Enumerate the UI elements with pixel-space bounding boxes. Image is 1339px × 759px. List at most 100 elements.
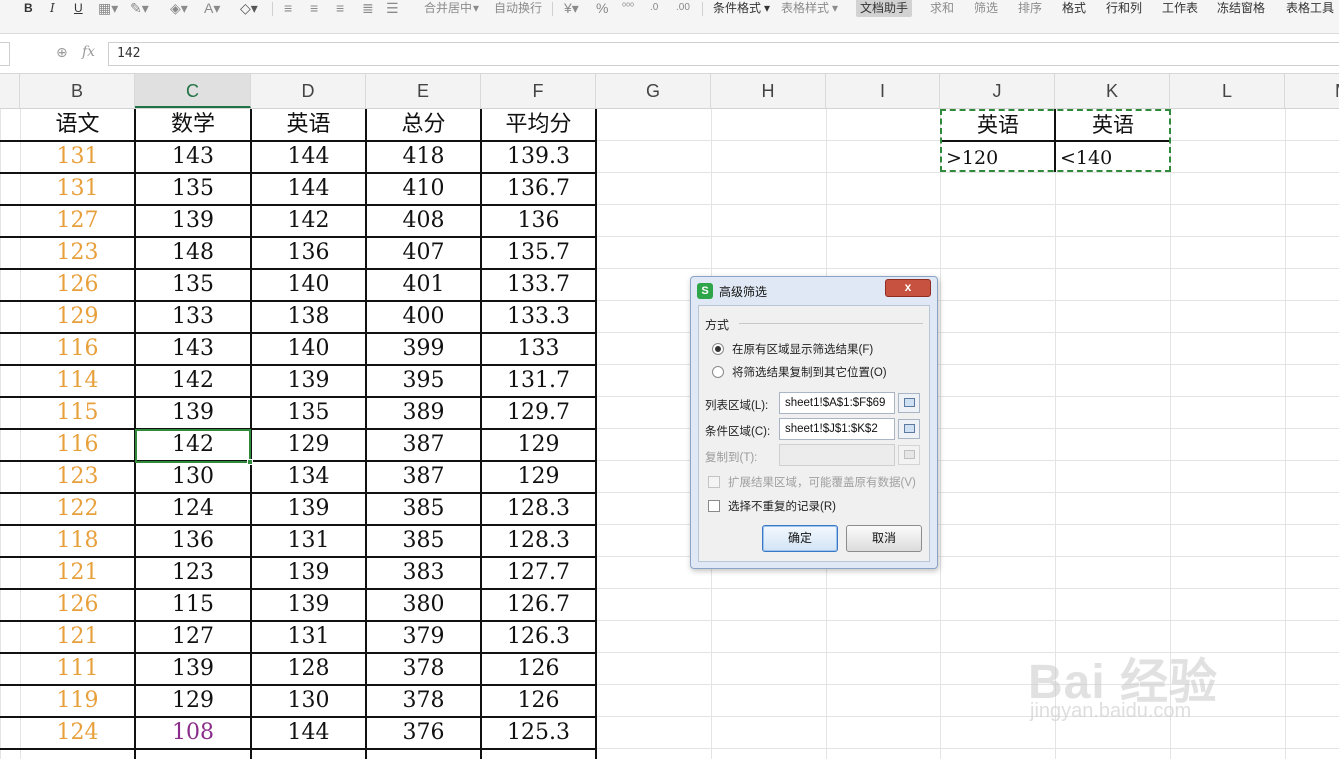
table-cell[interactable]: 410 (366, 173, 481, 205)
table-cell[interactable]: 127 (20, 205, 135, 237)
column-header-e[interactable]: E (366, 74, 481, 108)
table-cell[interactable]: 133 (481, 333, 596, 365)
table-cell[interactable]: 143 (135, 333, 251, 365)
copy-to-input[interactable] (779, 444, 895, 466)
thousands-icon[interactable]: ⁰⁰⁰ (622, 0, 634, 18)
table-cell[interactable]: 121 (20, 557, 135, 589)
table-cell[interactable]: 129 (251, 429, 366, 461)
table-cell[interactable]: 121 (20, 621, 135, 653)
table-cell[interactable]: 139 (135, 205, 251, 237)
table-cell[interactable]: 385 (366, 493, 481, 525)
table-cell[interactable]: 135 (251, 397, 366, 429)
ok-button[interactable]: 确定 (762, 525, 838, 552)
name-box[interactable] (0, 42, 10, 66)
table-cell[interactable]: 131 (20, 141, 135, 173)
row-col-button[interactable]: 行和列 (1106, 0, 1142, 18)
table-cell[interactable]: 136 (481, 205, 596, 237)
column-header-f[interactable]: F (481, 74, 596, 108)
bold-button[interactable]: B (24, 0, 33, 18)
table-cell[interactable]: 387 (366, 429, 481, 461)
table-cell[interactable]: 399 (366, 333, 481, 365)
table-cell[interactable]: 139 (251, 493, 366, 525)
table-cell[interactable]: 142 (135, 365, 251, 397)
align-left-icon[interactable]: ≡ (284, 0, 292, 18)
table-cell[interactable]: 116 (20, 429, 135, 461)
freeze-panes-button[interactable]: 冻结窗格 (1217, 0, 1265, 18)
table-cell[interactable]: 418 (366, 141, 481, 173)
table-cell[interactable]: 115 (20, 397, 135, 429)
table-cell[interactable]: 114 (20, 365, 135, 397)
table-header-english[interactable]: 英语 (251, 109, 366, 141)
justify-icon[interactable]: ≣ (362, 0, 374, 18)
table-cell[interactable]: 378 (366, 685, 481, 717)
border-icon[interactable]: ▦▾ (98, 0, 118, 18)
table-header-total[interactable]: 总分 (366, 109, 481, 141)
column-header-c[interactable]: C (135, 74, 251, 108)
table-cell[interactable]: 407 (366, 237, 481, 269)
worksheet-button[interactable]: 工作表 (1162, 0, 1198, 18)
table-cell[interactable]: 378 (366, 653, 481, 685)
wrap-text-button[interactable]: 自动换行 (494, 0, 542, 18)
column-header-d[interactable]: D (251, 74, 366, 108)
currency-icon[interactable]: ¥▾ (564, 0, 579, 18)
table-cell[interactable]: 131 (251, 525, 366, 557)
table-cell[interactable]: 144 (251, 173, 366, 205)
table-cell[interactable]: 408 (366, 205, 481, 237)
table-cell[interactable]: 129 (135, 685, 251, 717)
table-cell[interactable]: 380 (366, 589, 481, 621)
table-cell[interactable]: 126 (20, 269, 135, 301)
table-cell[interactable]: 131 (251, 621, 366, 653)
radio-copy[interactable] (712, 366, 724, 378)
fill-color-icon[interactable]: ◈▾ (170, 0, 188, 18)
list-range-picker-button[interactable] (898, 393, 920, 413)
table-cell[interactable]: 128.3 (481, 525, 596, 557)
table-cell[interactable]: 126 (481, 685, 596, 717)
table-cell[interactable]: 139 (251, 557, 366, 589)
merge-center-button[interactable]: 合并居中 (424, 0, 472, 18)
format-button[interactable]: 格式 (1062, 0, 1086, 18)
table-cell[interactable]: 128 (251, 653, 366, 685)
conditional-format-button[interactable]: 条件格式 (713, 0, 761, 18)
table-cell[interactable]: 129 (481, 461, 596, 493)
table-cell[interactable]: 126.7 (481, 589, 596, 621)
zoom-icon[interactable]: ⊕ (56, 44, 74, 62)
dialog-titlebar[interactable]: S 高级筛选 x (691, 277, 937, 305)
table-cell[interactable]: 131 (20, 173, 135, 205)
table-cell[interactable]: 123 (20, 461, 135, 493)
fx-icon[interactable]: fx (82, 44, 95, 60)
table-cell[interactable]: 135.7 (481, 237, 596, 269)
table-cell[interactable]: 139 (135, 653, 251, 685)
expand-results-checkbox[interactable] (708, 476, 720, 488)
table-cell[interactable]: 127.7 (481, 557, 596, 589)
table-cell[interactable]: 134 (251, 461, 366, 493)
table-cell[interactable]: 143 (135, 141, 251, 173)
table-cell[interactable]: 135 (135, 269, 251, 301)
table-cell[interactable]: 383 (366, 557, 481, 589)
table-cell[interactable]: 129 (481, 429, 596, 461)
table-cell[interactable]: 108 (135, 717, 251, 749)
conditional-format-dropdown-icon[interactable]: ▾ (764, 0, 770, 18)
radio-in-place[interactable] (712, 343, 724, 355)
expand-results-label[interactable]: 扩展结果区域，可能覆盖原有数据(V) (728, 474, 916, 490)
column-header-a[interactable] (0, 74, 20, 108)
table-cell[interactable]: 387 (366, 461, 481, 493)
table-cell[interactable]: 139.3 (481, 141, 596, 173)
table-cell[interactable]: 138 (251, 301, 366, 333)
table-cell[interactable]: 126 (20, 589, 135, 621)
sort-button[interactable]: 排序 (1018, 0, 1042, 18)
table-header-average[interactable]: 平均分 (481, 109, 596, 141)
table-cell[interactable]: 395 (366, 365, 481, 397)
merge-dropdown-icon[interactable]: ▾ (473, 0, 479, 18)
align-center-icon[interactable]: ≡ (310, 0, 318, 18)
column-header-b[interactable]: B (20, 74, 135, 108)
copy-to-picker-button[interactable] (898, 445, 920, 465)
unique-records-label[interactable]: 选择不重复的记录(R) (728, 498, 836, 514)
table-cell[interactable]: 142 (251, 205, 366, 237)
column-header-k[interactable]: K (1055, 74, 1170, 108)
table-cell[interactable]: 389 (366, 397, 481, 429)
table-cell[interactable]: 144 (251, 717, 366, 749)
criteria-range-picker-button[interactable] (898, 419, 920, 439)
fill-handle[interactable] (247, 459, 253, 465)
table-cell[interactable]: 140 (251, 333, 366, 365)
table-cell[interactable]: 128.3 (481, 493, 596, 525)
